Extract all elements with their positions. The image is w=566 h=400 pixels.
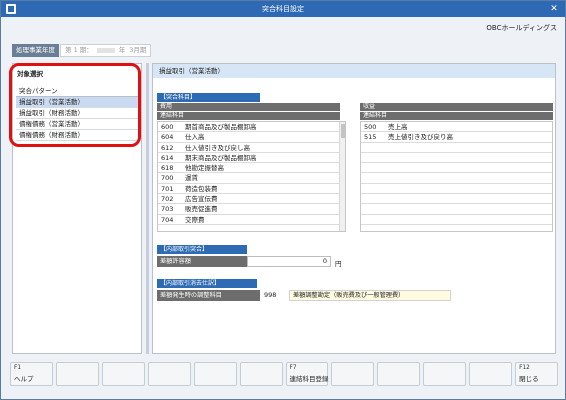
f4-button[interactable] [147, 362, 191, 386]
highlight-annotation [9, 63, 141, 147]
f6-button[interactable] [239, 362, 283, 386]
detail-heading: 損益取引（営業活動） [153, 64, 555, 78]
account-code: 604 [161, 133, 174, 142]
account-code: 702 [161, 195, 174, 204]
fkey-number: F1 [14, 365, 22, 371]
table-row-empty[interactable] [361, 215, 552, 225]
revenue-subheader: 連結科目 [360, 112, 553, 120]
fkey-number: F12 [519, 365, 530, 371]
f10-button[interactable] [423, 362, 467, 386]
account-name: 期首商品及び製品棚卸高 [185, 123, 257, 131]
table-row-empty[interactable] [361, 153, 552, 164]
fiscal-year-bar: 処理事業年度 第 1 期： 年 3月期 [12, 44, 152, 57]
fiscal-year-label: 処理事業年度 [12, 44, 59, 57]
f11-button[interactable] [469, 362, 513, 386]
account-name: 販売促進費 [185, 205, 218, 214]
tolerance-label: 差額許容額 [157, 256, 247, 267]
table-row[interactable]: 604 仕入高 [158, 132, 345, 143]
adjust-account-name: 差額調整勘定（販売費及び一般管理費） [289, 290, 451, 301]
account-name: 荷造包装費 [185, 184, 218, 193]
close-window-icon[interactable]: ✕ [547, 3, 561, 15]
table-row[interactable]: 515 売上値引き及び戻り高 [361, 132, 552, 143]
adjust-account-code[interactable]: 998 [264, 290, 276, 301]
table-row[interactable]: 618 他勘定振替高 [158, 163, 345, 174]
panel-splitter[interactable] [146, 63, 149, 354]
account-name: 広告宣伝費 [185, 195, 218, 204]
expense-header: 費用 [157, 103, 340, 111]
f2-button[interactable] [55, 362, 99, 386]
account-code: 515 [364, 133, 377, 142]
f7-register-account-button[interactable]: F7 連結科目登録 [285, 362, 329, 386]
app-window: 突合科目設定 ✕ OBCホールディングス 処理事業年度 第 1 期： 年 3月期… [0, 0, 566, 400]
account-name: 運賃 [185, 174, 198, 183]
table-row[interactable]: 704 交際費 [158, 215, 345, 225]
fiscal-year-month: 3月期 [129, 46, 147, 54]
expense-grid: 600 期首商品及び製品棚卸高 604 仕入高 612 仕入値引き及び戻し高 614 期… [157, 121, 346, 232]
account-code: 500 [364, 123, 377, 131]
fkey-number: F7 [289, 365, 297, 371]
table-row-empty[interactable] [361, 204, 552, 215]
internal-match-tag: 【内部取引突合】 [157, 245, 247, 254]
table-row[interactable]: 500 売上高 [361, 122, 552, 133]
account-name: 売上高 [388, 123, 408, 131]
expense-subheader: 連結科目 [157, 112, 340, 120]
window-title: 突合科目設定 [262, 5, 304, 13]
account-code: 614 [161, 153, 174, 162]
account-name: 期末商品及び製品棚卸高 [185, 153, 257, 162]
account-name: 仕入高 [185, 133, 205, 142]
account-name: 仕入値引き及び戻し高 [185, 143, 250, 152]
tolerance-input[interactable]: 0 [247, 256, 331, 267]
adjust-account-label: 差額発生時の調整科目 [157, 290, 260, 301]
title-bar: 突合科目設定 ✕ [1, 1, 565, 17]
company-name: OBCホールディングス [486, 24, 557, 32]
internal-elim-tag: 【内部取引消去仕訳】 [157, 279, 257, 288]
f9-button[interactable] [377, 362, 421, 386]
f5-button[interactable] [193, 362, 237, 386]
fiscal-year-period: 第 1 期： [65, 46, 93, 54]
account-code: 701 [161, 184, 174, 193]
account-code: 618 [161, 164, 174, 173]
table-row-empty[interactable] [361, 194, 552, 205]
table-row[interactable]: 612 仕入値引き及び戻し高 [158, 143, 345, 153]
expense-scrollbar[interactable] [339, 122, 345, 231]
tolerance-unit: 円 [335, 260, 342, 268]
fiscal-year-suffix: 年 [118, 46, 126, 54]
match-accounts-tag: 【突合科目】 [157, 93, 260, 102]
account-code: 703 [161, 205, 174, 214]
table-row-empty[interactable] [361, 143, 552, 153]
f12-close-button[interactable]: F12 閉じる [515, 362, 559, 386]
table-row[interactable]: 700 運賃 [158, 173, 345, 184]
account-code: 704 [161, 215, 174, 224]
table-row[interactable]: 701 荷造包装費 [158, 184, 345, 195]
expense-scroll-thumb[interactable] [341, 124, 345, 138]
table-row[interactable]: 703 販売促進費 [158, 204, 345, 215]
account-code: 612 [161, 143, 174, 152]
f1-help-button[interactable]: F1 ヘルプ [10, 362, 53, 386]
table-row-empty[interactable] [361, 163, 552, 174]
table-row-empty[interactable] [361, 184, 552, 195]
fiscal-year-value: 第 1 期： 年 3月期 [60, 44, 152, 57]
table-row[interactable]: 702 広告宣伝費 [158, 194, 345, 205]
revenue-header: 収益 [360, 103, 553, 111]
fkey-label: ヘルプ [14, 375, 34, 383]
table-row[interactable]: 614 期末商品及び製品棚卸高 [158, 153, 345, 164]
revenue-grid: 500 売上高 515 売上値引き及び戻り高 [360, 121, 553, 232]
account-name: 交際費 [185, 215, 205, 224]
fkey-label: 連結科目登録 [289, 375, 329, 383]
function-key-bar: F1 ヘルプ F7 連結科目登録 F12 閉じる [10, 362, 559, 386]
account-name: 他勘定振替高 [185, 164, 224, 173]
account-name: 売上値引き及び戻り高 [388, 133, 453, 142]
fkey-label: 閉じる [519, 375, 539, 383]
f8-button[interactable] [331, 362, 375, 386]
detail-panel: 損益取引（営業活動） 【突合科目】 費用 連結科目 600 期首商品及び製品棚卸高… [152, 63, 556, 354]
table-row-empty[interactable] [361, 173, 552, 184]
table-row[interactable]: 600 期首商品及び製品棚卸高 [158, 122, 345, 133]
account-code: 600 [161, 123, 174, 131]
fiscal-year-masked [96, 48, 115, 53]
account-code: 700 [161, 174, 174, 183]
f3-button[interactable] [101, 362, 145, 386]
